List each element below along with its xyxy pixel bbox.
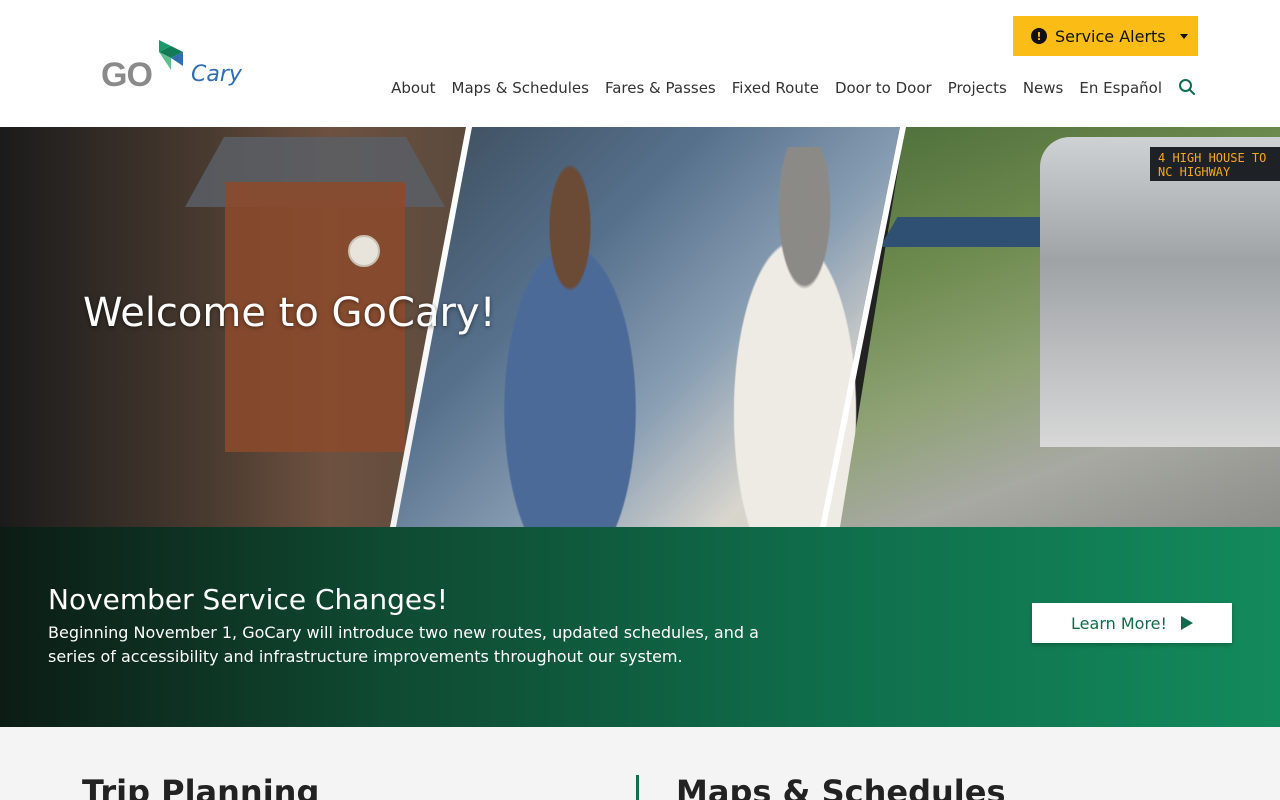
service-alerts-label: Service Alerts bbox=[1055, 26, 1166, 46]
nav-en-espanol[interactable]: En Español bbox=[1079, 79, 1162, 97]
logo-cary-text: Cary bbox=[191, 62, 242, 87]
logo-mark-icon bbox=[159, 40, 183, 70]
trip-planning-heading: Trip Planning bbox=[82, 773, 320, 800]
lower-section: Trip Planning Maps & Schedules bbox=[0, 727, 1280, 800]
driver-figure bbox=[470, 162, 670, 527]
service-change-banner: November Service Changes! Beginning Nove… bbox=[0, 527, 1280, 727]
search-icon[interactable] bbox=[1178, 78, 1198, 98]
alert-icon: ! bbox=[1031, 28, 1047, 44]
learn-more-label: Learn More! bbox=[1071, 613, 1167, 633]
nav-door-to-door[interactable]: Door to Door bbox=[835, 79, 932, 97]
bus-figure bbox=[1040, 137, 1280, 447]
main-nav: About Maps & Schedules Fares & Passes Fi… bbox=[391, 78, 1198, 98]
nav-fares-passes[interactable]: Fares & Passes bbox=[605, 79, 716, 97]
hero-banner: 4 HIGH HOUSE TO NC HIGHWAY Welcome to Go… bbox=[0, 127, 1280, 527]
maps-schedules-heading: Maps & Schedules bbox=[676, 773, 1006, 800]
logo-go-text: GO bbox=[101, 56, 153, 94]
nav-projects[interactable]: Projects bbox=[948, 79, 1007, 97]
bus-destination-sign: 4 HIGH HOUSE TO NC HIGHWAY bbox=[1150, 147, 1280, 181]
column-divider bbox=[636, 775, 639, 800]
bus-shelter bbox=[880, 217, 1055, 247]
gocary-logo[interactable]: GO Cary bbox=[101, 38, 251, 98]
nav-about[interactable]: About bbox=[391, 79, 435, 97]
service-alerts-button[interactable]: ! Service Alerts bbox=[1013, 16, 1198, 56]
banner-text: Beginning November 1, GoCary will introd… bbox=[48, 623, 759, 666]
nav-news[interactable]: News bbox=[1023, 79, 1064, 97]
banner-title: November Service Changes! bbox=[48, 583, 448, 616]
learn-more-button[interactable]: Learn More! bbox=[1032, 603, 1232, 643]
clock-icon bbox=[348, 235, 380, 267]
site-header: GO Cary ! Service Alerts About Maps & Sc… bbox=[0, 0, 1280, 127]
hero-title: Welcome to GoCary! bbox=[83, 290, 496, 336]
caret-down-icon bbox=[1179, 33, 1188, 39]
nav-maps-schedules[interactable]: Maps & Schedules bbox=[452, 79, 589, 97]
play-icon bbox=[1180, 616, 1193, 630]
nav-fixed-route[interactable]: Fixed Route bbox=[732, 79, 819, 97]
